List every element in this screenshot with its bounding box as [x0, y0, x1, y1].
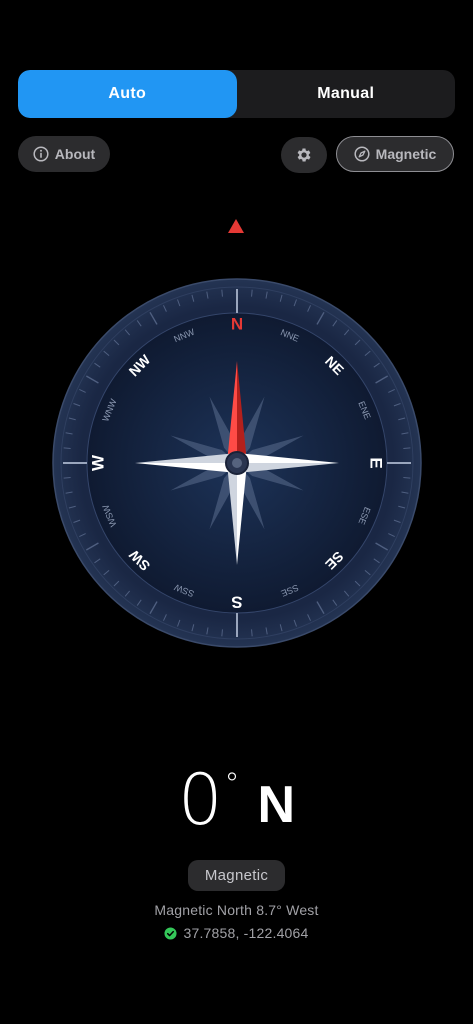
reference-badge: Magnetic: [188, 860, 285, 891]
north-reference-button[interactable]: Magnetic: [336, 136, 454, 172]
tick-mark: [251, 289, 253, 297]
tick-mark: [403, 447, 411, 449]
settings-button[interactable]: [281, 137, 327, 173]
heading-degrees: 0: [177, 759, 223, 841]
tick-mark: [63, 477, 71, 479]
cardinal-label: E: [367, 457, 386, 468]
degree-symbol: °: [224, 767, 240, 802]
cardinal-label: N: [231, 315, 243, 334]
mode-segmented-control: Auto Manual: [18, 70, 455, 118]
cardinal-label: S: [231, 593, 242, 612]
coordinates-text: 37.7858, -122.4064: [183, 925, 309, 941]
tick-mark: [221, 629, 223, 637]
tick-mark: [63, 447, 71, 449]
info-circle-icon: [33, 146, 49, 162]
gear-icon: [295, 146, 313, 164]
tick-mark: [221, 289, 223, 297]
tab-auto[interactable]: Auto: [18, 70, 237, 118]
north-reference-label: Magnetic: [375, 146, 437, 162]
heading-readout: 0 ° N: [0, 760, 473, 850]
needle-hub-center: [232, 458, 242, 468]
tab-manual[interactable]: Manual: [237, 70, 456, 118]
heading-direction: N: [257, 776, 296, 834]
check-circle-icon: [164, 926, 178, 940]
compass-screen: Auto Manual About Magnetic N E S W NE SE…: [0, 0, 473, 1024]
heading-marker-icon: [227, 218, 245, 239]
tick-mark: [251, 629, 253, 637]
about-button[interactable]: About: [18, 136, 110, 172]
declination-text: Magnetic North 8.7° West: [154, 902, 319, 918]
compass-needle-icon: [354, 146, 370, 162]
tick-mark: [403, 477, 411, 479]
location-coordinates: 37.7858, -122.4064: [0, 925, 473, 941]
about-label: About: [54, 146, 96, 162]
cardinal-label: W: [89, 454, 108, 471]
compass-dial[interactable]: N E S W NE SE SW NW NNE ENE ESE SSE SSW WSW WNW NNW: [51, 277, 423, 654]
